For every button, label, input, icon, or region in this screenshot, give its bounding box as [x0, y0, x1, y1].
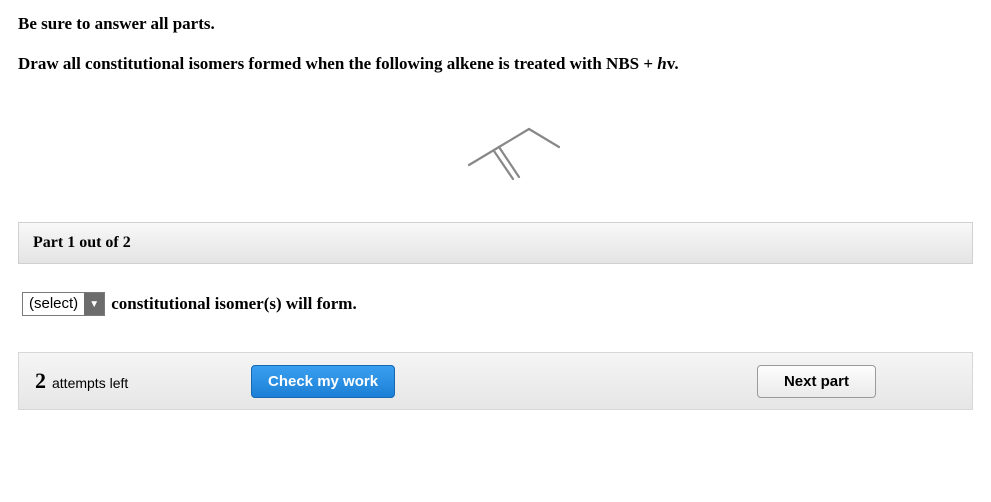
- answer-label: constitutional isomer(s) will form.: [111, 294, 357, 314]
- attempts-remaining: 2 attempts left: [35, 368, 235, 394]
- question-hv-h: h: [657, 54, 666, 73]
- check-my-work-button[interactable]: Check my work: [251, 365, 395, 398]
- question-prefix: Draw all constitutional isomers formed w…: [18, 54, 657, 73]
- part-header: Part 1 out of 2: [18, 222, 973, 264]
- instruction-text: Be sure to answer all parts.: [18, 14, 973, 34]
- answer-row: (select) ▼ constitutional isomer(s) will…: [18, 292, 973, 316]
- footer-bar: 2 attempts left Check my work Next part: [18, 352, 973, 410]
- isomer-count-select[interactable]: (select) ▼: [22, 292, 105, 316]
- alkene-structure-icon: [421, 99, 571, 189]
- select-placeholder: (select): [23, 293, 84, 315]
- question-text: Draw all constitutional isomers formed w…: [18, 54, 973, 74]
- attempts-count: 2: [35, 368, 46, 394]
- next-part-button[interactable]: Next part: [757, 365, 876, 398]
- question-suffix: .: [674, 54, 678, 73]
- attempts-label: attempts left: [52, 375, 128, 391]
- chevron-down-icon: ▼: [84, 293, 104, 315]
- molecule-diagram: [18, 84, 973, 204]
